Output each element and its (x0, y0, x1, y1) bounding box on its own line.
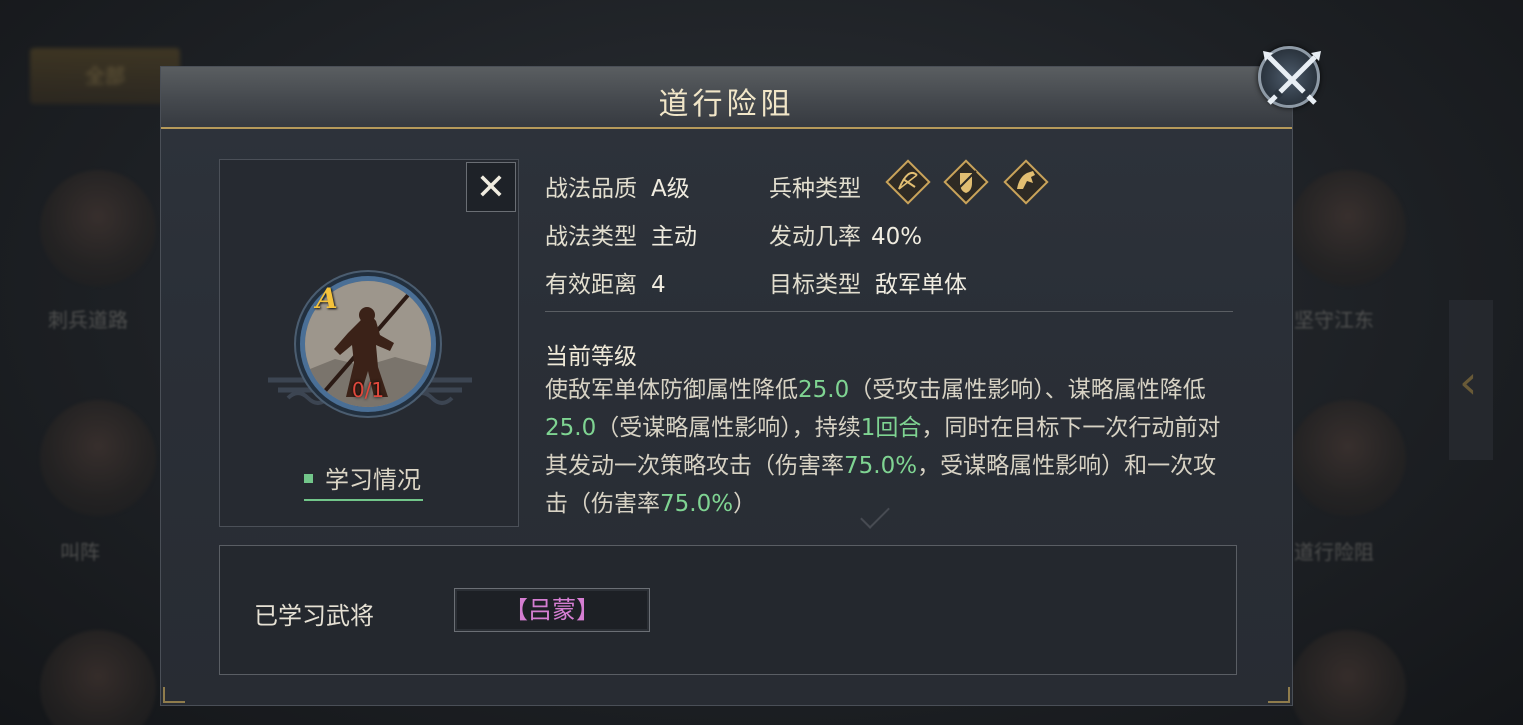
skill-description: 使敌军单体防御属性降低25.0（受攻击属性影响）、谋略属性降低25.0（受谋略属… (545, 371, 1235, 523)
attr-key: 战法品质 (545, 176, 637, 202)
attr-value: 40% (871, 224, 923, 250)
description-text: （受攻击属性影响）、谋略属性降低 (849, 377, 1206, 403)
learn-status-label: 学习情况 (325, 466, 421, 494)
description-highlight: 75.0% (660, 491, 734, 517)
description-text: （受谋略属性影响），持续 (596, 415, 861, 441)
divider (545, 311, 1233, 312)
attr-type: 战法类型 主动 (545, 217, 697, 251)
skill-card: ✕ A 0/1 学习情况 (219, 159, 519, 527)
corner-ornament (1268, 687, 1290, 703)
attr-key: 发动几率 (769, 224, 861, 250)
attr-value: 敌军单体 (875, 272, 967, 298)
remove-skill-button[interactable]: ✕ (466, 162, 516, 212)
description-text: ） (733, 491, 757, 517)
description-highlight: 1回合 (860, 415, 922, 441)
background-scroll-arrow (1449, 300, 1493, 460)
archer-icon (885, 159, 931, 205)
background-label: 叫阵 (60, 540, 100, 564)
corner-ornament (163, 687, 185, 703)
background-avatar (40, 170, 156, 286)
shield-icon (943, 159, 989, 205)
attr-value: 主动 (651, 224, 697, 250)
cavalry-icon (1003, 159, 1049, 205)
background-avatar (1290, 170, 1406, 286)
dialog-title: 道行险阻 (658, 87, 795, 122)
crossed-swords-close-icon (1263, 51, 1321, 105)
attr-quality: 战法品质 A级 (545, 169, 690, 203)
learned-generals-label: 已学习武将 (254, 602, 374, 630)
background-avatar (40, 400, 156, 516)
attr-key: 战法类型 (545, 224, 637, 250)
attr-value: 4 (651, 272, 666, 298)
learned-generals-section: 已学习武将 【吕蒙】 (219, 545, 1237, 675)
background-tab: 全部 (30, 48, 180, 104)
background-label: 道行险阻 (1294, 540, 1374, 564)
attr-target: 目标类型 敌军单体 (769, 265, 967, 299)
description-highlight: 75.0% (844, 453, 918, 479)
description-highlight: 25.0 (545, 415, 597, 441)
description-title: 当前等级 (545, 344, 637, 370)
learn-count: 0/1 (351, 378, 385, 402)
attr-troop: 兵种类型 (769, 169, 861, 203)
skill-detail-dialog: 道行险阻 ✕ A 0/1 学习情况 战法品质 A级 战法类型 主动 有效距离 4… (160, 66, 1293, 706)
attr-range: 有效距离 4 (545, 265, 666, 299)
background-label: 坚守江东 (1294, 308, 1374, 332)
attr-chance: 发动几率 40% (769, 217, 922, 251)
skill-grade-letter: A (316, 282, 338, 315)
background-label: 刺兵道路 (48, 308, 128, 332)
learn-status-link[interactable]: 学习情况 (304, 460, 423, 501)
attr-key: 兵种类型 (769, 176, 861, 202)
description-text: 使敌军单体防御属性降低 (545, 377, 798, 403)
attr-key: 目标类型 (769, 272, 861, 298)
green-square-icon (304, 473, 313, 483)
attr-key: 有效距离 (545, 272, 637, 298)
dialog-header: 道行险阻 (161, 67, 1292, 129)
close-dialog-button[interactable] (1258, 46, 1321, 108)
general-tag[interactable]: 【吕蒙】 (454, 588, 650, 632)
background-avatar (1290, 400, 1406, 516)
description-highlight: 25.0 (798, 377, 850, 403)
attr-value: A级 (651, 176, 690, 202)
